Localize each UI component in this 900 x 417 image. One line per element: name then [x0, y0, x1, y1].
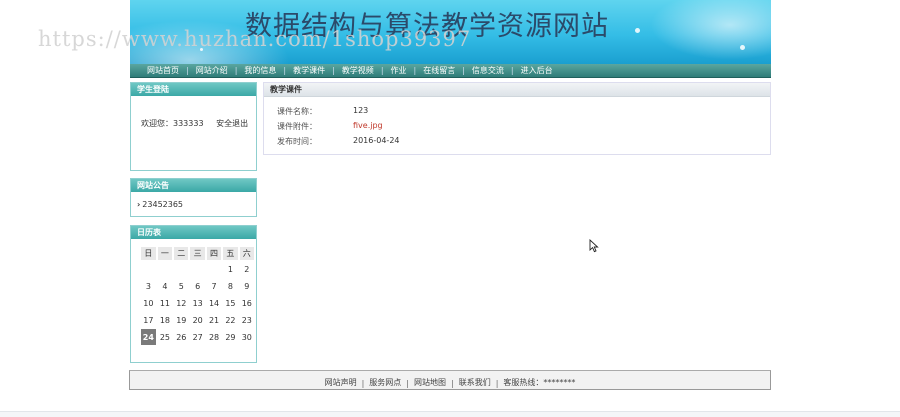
student-login-panel: 学生登陆 欢迎您：333333 安全退出	[130, 82, 257, 171]
notice-item[interactable]: › 23452365	[137, 200, 183, 209]
nav-item-3[interactable]: 教学课件	[286, 65, 332, 76]
site-footer: 网站声明 | 服务网点 | 网站地图 | 联系我们 | 客服热线：********	[129, 370, 771, 390]
calendar-weekday: 五	[223, 247, 238, 260]
calendar-weekday: 日	[141, 247, 156, 260]
nav-item-4[interactable]: 教学视频	[335, 65, 381, 76]
calendar-day[interactable]: 16	[240, 295, 254, 311]
attachment-link[interactable]: five.jpg	[353, 121, 383, 130]
welcome-row: 欢迎您：333333 安全退出	[141, 118, 258, 129]
calendar-day[interactable]: 12	[174, 295, 188, 311]
courseware-detail-panel: 教学课件 课件名称： 123 课件附件： five.jpg 发布时间： 2016…	[263, 82, 771, 155]
footer-link-2[interactable]: 网站地图	[409, 377, 451, 388]
notice-item-text: 23452365	[142, 200, 184, 209]
footer-link-4: 客服热线：********	[503, 378, 576, 387]
calendar-day[interactable]: 18	[158, 312, 172, 328]
login-panel-title: 学生登陆	[131, 83, 256, 96]
welcome-text: 欢迎您：333333	[141, 119, 204, 128]
calendar-day[interactable]: 23	[240, 312, 254, 328]
calendar-day-today[interactable]: 24	[141, 329, 156, 345]
calendar-day	[207, 261, 221, 277]
calendar-week: 17 18 19 20 21 22 23	[141, 312, 254, 328]
calendar-day[interactable]: 6	[190, 278, 204, 294]
nav-item-0[interactable]: 网站首页	[140, 65, 186, 76]
calendar-day[interactable]: 2	[240, 261, 254, 277]
calendar-week: 10 11 12 13 14 15 16	[141, 295, 254, 311]
bullet-icon: ›	[137, 200, 141, 209]
footer-link-0[interactable]: 网站声明	[320, 377, 362, 388]
footer-link-3[interactable]: 联系我们	[454, 377, 496, 388]
field-label-publish-time: 发布时间：	[277, 137, 317, 146]
site-notice-panel: 网站公告 › 23452365	[130, 178, 257, 217]
calendar-day[interactable]: 10	[141, 295, 156, 311]
calendar-day[interactable]: 28	[207, 329, 221, 345]
nav-item-2[interactable]: 我的信息	[237, 65, 283, 76]
field-value-name: 123	[353, 106, 369, 115]
calendar-weekday: 三	[190, 247, 205, 260]
main-nav: 网站首页 | 网站介绍 | 我的信息 | 教学课件 | 教学视频 | 作业 | 在线留言 | 信息交流 | 进入…	[130, 64, 771, 78]
calendar-day[interactable]: 3	[141, 278, 156, 294]
calendar-weekday: 四	[206, 247, 222, 260]
watermark-text: https://www.huzhan.com/1shop39397	[38, 27, 472, 51]
calendar-day[interactable]: 15	[223, 295, 237, 311]
calendar-day[interactable]: 4	[158, 278, 172, 294]
calendar-day[interactable]: 8	[223, 278, 237, 294]
banner-sparkle	[740, 45, 745, 50]
calendar-day[interactable]: 1	[223, 261, 237, 277]
nav-item-8[interactable]: 进入后台	[514, 65, 560, 76]
calendar-day[interactable]: 30	[240, 329, 254, 345]
nav-item-6[interactable]: 在线留言	[416, 65, 462, 76]
calendar-day[interactable]: 5	[174, 278, 188, 294]
courseware-panel-title: 教学课件	[264, 83, 770, 97]
banner-sparkle	[635, 28, 640, 33]
calendar-day[interactable]: 19	[174, 312, 188, 328]
calendar-day[interactable]: 9	[240, 278, 254, 294]
mouse-cursor-icon	[589, 239, 599, 253]
calendar-weekday: 一	[157, 247, 173, 260]
calendar-day[interactable]: 27	[190, 329, 204, 345]
field-value-publish-time: 2016-04-24	[353, 136, 400, 145]
calendar-panel-title: 日历表	[131, 226, 256, 239]
calendar-week: 24 25 26 27 28 29 30	[141, 329, 254, 345]
calendar-day	[190, 261, 204, 277]
calendar-day[interactable]: 7	[207, 278, 221, 294]
calendar-week: 3456789	[141, 278, 254, 294]
calendar-day[interactable]: 11	[158, 295, 172, 311]
calendar-day[interactable]: 17	[141, 312, 156, 328]
bottom-bar	[0, 411, 900, 417]
footer-link-1[interactable]: 服务网点	[364, 377, 406, 388]
calendar-day	[174, 261, 188, 277]
nav-item-1[interactable]: 网站介绍	[189, 65, 235, 76]
calendar-panel: 日历表 日一二三四五六 1 2 3 4 5 6 7 8 9 10 11 12 13 14 15 16 17 18 1…	[130, 225, 257, 363]
calendar-day	[158, 261, 172, 277]
calendar-day[interactable]: 20	[190, 312, 204, 328]
notice-panel-title: 网站公告	[131, 179, 256, 192]
calendar-day[interactable]: 25	[158, 329, 172, 345]
logout-link[interactable]: 安全退出	[216, 119, 248, 128]
calendar-weekday: 二	[174, 247, 189, 260]
calendar-day[interactable]: 14	[207, 295, 221, 311]
calendar-day[interactable]: 13	[190, 295, 204, 311]
calendar-day[interactable]: 21	[207, 312, 221, 328]
banner-glow	[650, 0, 771, 60]
nav-item-5[interactable]: 作业	[384, 65, 414, 76]
calendar-day[interactable]: 29	[223, 329, 237, 345]
calendar-week: 12	[141, 261, 254, 277]
calendar-day[interactable]: 26	[174, 329, 188, 345]
calendar-day[interactable]: 22	[223, 312, 237, 328]
calendar-day	[141, 261, 156, 277]
calendar-weekday: 六	[239, 247, 254, 260]
field-label-attachment: 课件附件：	[277, 122, 317, 131]
field-label-name: 课件名称：	[277, 107, 317, 116]
calendar-table: 日一二三四五六 1 2 3 4 5 6 7 8 9 10 11 12 13 14 15 16 17 18 19 20 2…	[139, 246, 256, 346]
nav-item-7[interactable]: 信息交流	[465, 65, 511, 76]
